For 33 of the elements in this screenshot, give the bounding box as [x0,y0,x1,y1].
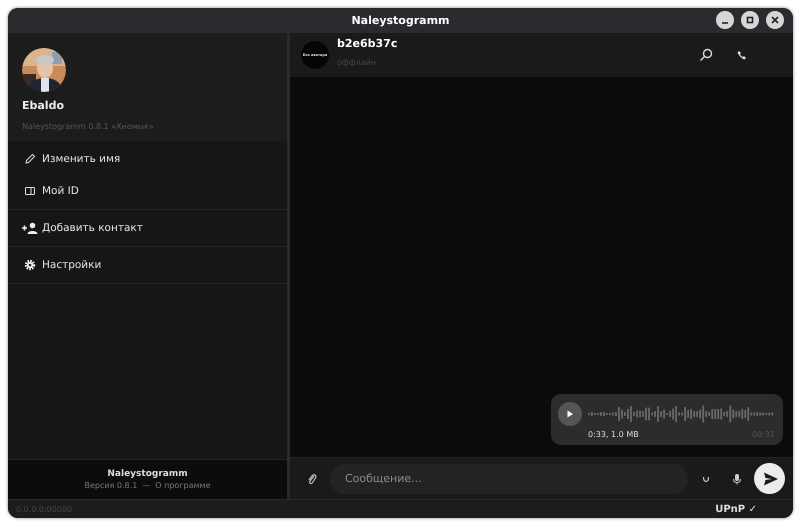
rename-menu-item[interactable]: Изменить имя [8,143,287,175]
app-name: Naleystogramm [107,469,188,479]
app-version-text: Naleystogramm 0.8.1 «Хномык» [22,122,155,131]
maximize-button[interactable] [741,11,759,29]
version-text: Версия 0.8.1 [84,481,138,490]
separator-text: — [142,481,150,490]
send-button[interactable] [754,463,785,494]
add-contact-menu-item[interactable]: Добавить контакт [8,212,287,244]
phone-icon[interactable] [737,50,747,60]
maximize-icon [745,15,755,25]
send-icon [762,470,778,486]
settings-menu-item[interactable]: Настройки [8,249,287,281]
id-card-icon [22,185,38,197]
paperclip-icon[interactable] [307,472,317,484]
contact-name: b2e6b37c [337,37,398,50]
minimize-button[interactable] [716,11,734,29]
close-icon [770,15,780,25]
settings-icon [22,259,38,271]
play-button[interactable] [558,402,582,426]
voice-info: 0:33, 1.0 MB [588,430,639,439]
add-person-icon [22,222,38,234]
close-button[interactable] [766,11,784,29]
message-input[interactable]: Сообщение... [330,464,688,494]
profile-name: Ebaldo [22,99,66,112]
play-icon [566,410,574,418]
window-title: Naleystogramm [351,14,450,27]
upnp-status: UPnP ✓ [715,504,757,514]
about-link[interactable]: О программе [155,481,210,490]
minimize-icon [722,22,728,24]
search-icon[interactable] [699,48,713,62]
emoji-icon[interactable] [702,474,710,482]
id-menu-item[interactable]: Мой ID [8,175,287,207]
microphone-icon[interactable] [732,472,742,484]
